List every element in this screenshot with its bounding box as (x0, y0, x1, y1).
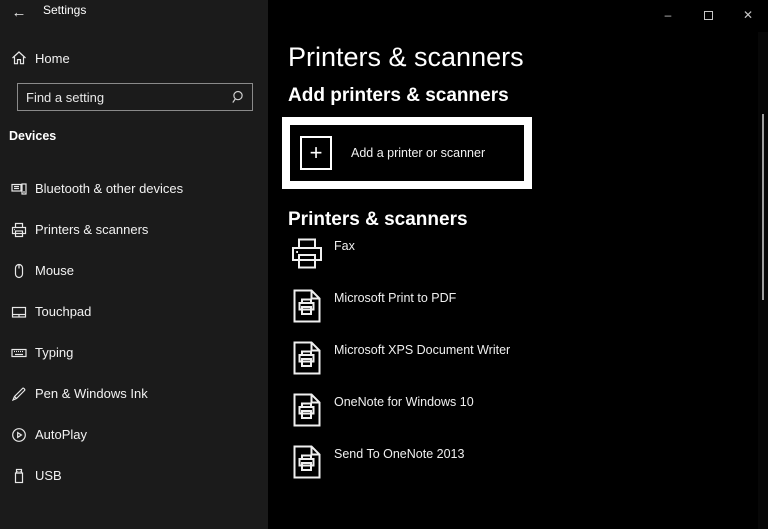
maximize-icon (703, 10, 713, 20)
printers-section-heading: Printers & scanners (288, 209, 468, 230)
print-file-icon (289, 444, 325, 480)
printer-name: Fax (334, 239, 355, 253)
sidebar-item-bluetooth[interactable]: Bluetooth & other devices (0, 168, 268, 209)
home-label: Home (35, 50, 70, 66)
printer-row-onenote-win10[interactable]: OneNote for Windows 10 (289, 392, 709, 442)
sidebar-item-pen[interactable]: Pen & Windows Ink (0, 373, 268, 414)
search-input[interactable] (17, 83, 253, 111)
devices-section-label: Devices (9, 129, 57, 143)
touchpad-icon (11, 304, 27, 320)
scrollbar[interactable] (758, 32, 768, 529)
sidebar-item-printers[interactable]: Printers & scanners (0, 209, 268, 250)
printer-row-send-to-onenote[interactable]: Send To OneNote 2013 (289, 444, 709, 494)
printer-name: Send To OneNote 2013 (334, 447, 465, 461)
printer-icon (11, 222, 27, 238)
sidebar-item-touchpad[interactable]: Touchpad (0, 291, 268, 332)
sidebar-item-home[interactable]: Home (0, 44, 268, 72)
maximize-button[interactable] (688, 0, 728, 30)
print-file-icon (289, 340, 325, 376)
close-button[interactable]: ✕ (728, 0, 768, 30)
sidebar-item-label: Mouse (35, 263, 75, 278)
sidebar-item-typing[interactable]: Typing (0, 332, 268, 373)
print-file-icon (289, 392, 325, 428)
printer-name: Microsoft Print to PDF (334, 291, 457, 305)
printer-icon (289, 236, 325, 272)
mouse-icon (11, 263, 27, 279)
sidebar-item-label: AutoPlay (35, 427, 88, 442)
settings-window: ← Settings Home Devices (0, 0, 768, 529)
window-controls: – ✕ (648, 0, 768, 30)
printer-name: OneNote for Windows 10 (334, 395, 474, 409)
printer-row-xps-writer[interactable]: Microsoft XPS Document Writer (289, 340, 709, 390)
minimize-button[interactable]: – (648, 0, 688, 30)
printer-row-fax[interactable]: Fax (289, 236, 709, 286)
close-icon: ✕ (742, 8, 754, 22)
home-icon (11, 50, 27, 66)
minimize-icon: – (664, 8, 672, 22)
bluetooth-devices-icon (11, 181, 27, 197)
keyboard-icon (11, 345, 27, 361)
sidebar-item-label: USB (35, 468, 62, 483)
app-title: Settings (43, 3, 87, 17)
autoplay-icon (11, 427, 27, 443)
sidebar-item-label: Touchpad (35, 304, 92, 319)
back-arrow-icon: ← (11, 3, 27, 21)
sidebar-item-mouse[interactable]: Mouse (0, 250, 268, 291)
sidebar-nav: Bluetooth & other devices Printers & sca… (0, 168, 268, 496)
sidebar-item-usb[interactable]: USB (0, 455, 268, 496)
usb-icon (11, 468, 27, 484)
back-button[interactable]: ← (8, 1, 30, 23)
print-file-icon (289, 288, 325, 324)
pen-icon (11, 386, 27, 402)
search-box (17, 83, 253, 111)
add-section-heading: Add printers & scanners (288, 85, 509, 106)
sidebar-item-label: Bluetooth & other devices (35, 181, 184, 196)
printer-row-print-to-pdf[interactable]: Microsoft Print to PDF (289, 288, 709, 338)
sidebar: ← Settings Home Devices (0, 0, 268, 529)
plus-icon: + (300, 136, 332, 170)
sidebar-item-autoplay[interactable]: AutoPlay (0, 414, 268, 455)
sidebar-item-label: Typing (35, 345, 74, 360)
sidebar-item-label: Pen & Windows Ink (35, 386, 148, 401)
add-printer-label: Add a printer or scanner (351, 146, 486, 160)
titlebar: ← Settings (0, 0, 268, 32)
sidebar-item-label: Printers & scanners (35, 222, 149, 237)
add-printer-button[interactable]: + Add a printer or scanner (282, 117, 532, 189)
page-title: Printers & scanners (288, 42, 524, 72)
scrollbar-thumb[interactable] (762, 114, 764, 300)
printer-name: Microsoft XPS Document Writer (334, 343, 511, 357)
